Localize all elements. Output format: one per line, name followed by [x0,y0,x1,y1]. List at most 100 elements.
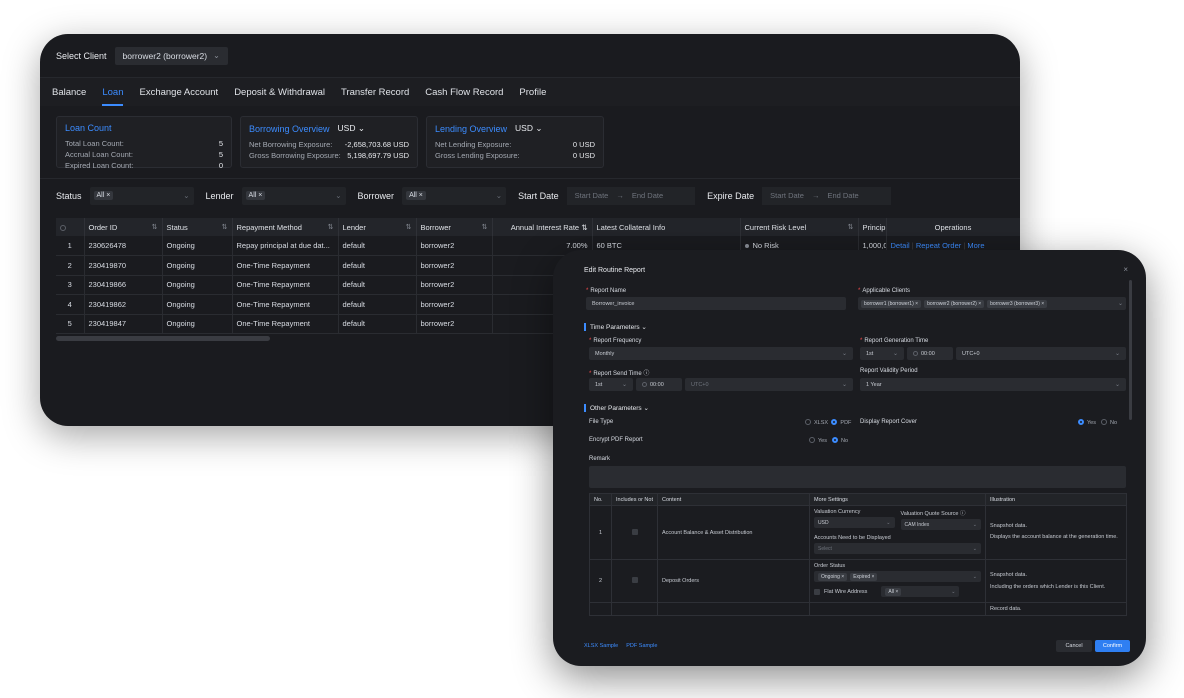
include-checkbox[interactable] [631,528,638,535]
end-date-input[interactable]: End Date [632,191,663,200]
lender-cell: default [338,294,417,315]
col-no: No. [589,493,612,506]
cancel-button[interactable]: Cancel [1056,640,1092,652]
generation-day-select[interactable]: 1st ⌄ [860,347,904,360]
cover-yes-option[interactable]: Yes [1078,419,1096,426]
sort-icon[interactable]: ⇅ [152,223,158,231]
order-status-select[interactable]: Ongoing × Expired × ⌄ [814,571,981,582]
generation-time-input[interactable]: 00:00 [907,347,953,360]
start-date-input[interactable]: Start Date [575,191,609,200]
tab-deposit-withdrawal[interactable]: Deposit & Withdrawal [234,79,325,106]
other-parameters-section[interactable]: Other Parameters ⌄ [584,404,649,413]
cover-no-label: No [1110,419,1118,426]
remark-textarea[interactable] [589,466,1126,488]
col-borrower[interactable]: Borrower ⇅ [416,218,493,236]
time-parameters-section[interactable]: Time Parameters ⌄ [584,323,647,332]
status-filter[interactable]: All × ⌄ [89,186,194,205]
report-cover-options: Yes No [1078,419,1117,426]
col-repayment-method[interactable]: Repayment Method ⇅ [232,218,339,236]
status-filter-value: All [96,192,105,199]
lender-filter[interactable]: All × ⌄ [241,186,346,205]
confirm-button[interactable]: Confirm [1095,640,1130,652]
info-icon[interactable]: ⓘ [643,371,649,377]
client-select[interactable]: borrower2 (borrower2) ⌄ [114,46,228,65]
expire-end-input[interactable]: End Date [827,191,858,200]
detail-link[interactable]: Detail [891,241,910,250]
file-type-pdf-option[interactable]: PDF [831,419,851,426]
applicable-clients-select[interactable]: borrower1 (borrower1) × borrower2 (borro… [858,297,1126,310]
col-order-id[interactable]: Order ID ⇅ [84,218,163,236]
sort-icon[interactable]: ⇅ [222,223,228,231]
borrowing-currency-select[interactable]: USD ⌄ [338,123,365,134]
encrypt-no-label: No [841,437,849,444]
tab-loan[interactable]: Loan [102,79,124,106]
horizontal-scrollbar[interactable] [56,336,270,341]
sort-icon[interactable]: ⇅ [328,223,334,231]
flat-wire-label: Flat Wire Address [824,588,868,595]
tab-profile[interactable]: Profile [519,79,546,106]
content-cell: Deposit Orders [657,559,810,603]
sort-icon[interactable]: ⇅ [482,223,488,231]
flat-wire-select[interactable]: All × ⌄ [881,586,960,597]
row-number [589,602,612,616]
send-day-select[interactable]: 1st ⌄ [589,378,633,391]
report-frequency-select[interactable]: Monthly ⌄ [589,347,853,360]
validity-period-select[interactable]: 1 Year ⌄ [860,378,1126,391]
more-link[interactable]: More [967,241,984,250]
tab-bar: Balance Loan Exchange Account Deposit & … [40,78,1020,106]
encrypt-yes-option[interactable]: Yes [809,437,827,444]
vertical-scrollbar[interactable] [1129,280,1132,420]
include-checkbox-cell [611,559,658,603]
tab-transfer-record[interactable]: Transfer Record [341,79,409,106]
lender-cell: default [338,236,417,256]
sort-icon[interactable]: ⇅ [581,223,587,232]
generation-timezone-select[interactable]: UTC+0 ⌄ [956,347,1126,360]
client-tag-label: borrower3 (borrower3) [990,300,1040,307]
tab-cash-flow-record[interactable]: Cash Flow Record [425,79,503,106]
status-cell: Ongoing [162,255,233,276]
report-name-value: Borrower_invoice [592,300,635,307]
send-timezone-select[interactable]: UTC+0 ⌄ [685,378,853,391]
sort-icon[interactable]: ⇅ [406,223,412,231]
include-checkbox[interactable] [631,577,638,583]
repeat-order-link[interactable]: Repeat Order [916,241,961,250]
col-lender[interactable]: Lender ⇅ [338,218,417,236]
expire-date-range[interactable]: Start Date → End Date [762,186,891,205]
valuation-currency-select[interactable]: USD ⌄ [814,517,895,528]
status-tag-label: Expired [853,573,871,580]
select-all-header[interactable] [56,218,85,236]
encrypt-no-option[interactable]: No [832,437,849,444]
flat-wire-checkbox[interactable] [814,588,820,595]
lending-currency-select[interactable]: USD ⌄ [515,123,542,134]
col-borrower-label: Borrower [420,222,451,232]
applicable-clients-label-text: Applicable Clients [862,288,911,294]
file-type-xlsx-option[interactable]: XLSX [805,419,828,426]
cover-no-option[interactable]: No [1101,419,1118,426]
chevron-down-icon: ⌄ [641,324,647,331]
expire-start-input[interactable]: Start Date [770,191,804,200]
encrypt-pdf-options: Yes No [809,437,848,444]
close-icon[interactable]: × [1123,265,1128,274]
info-icon[interactable]: ⓘ [960,511,966,517]
flat-wire-value: All [888,588,894,595]
borrower-cell: borrower2 [416,275,493,295]
borrower-filter[interactable]: All × ⌄ [402,186,507,205]
col-operations-label: Operations [934,222,972,232]
validity-period-value: 1 Year [866,381,882,388]
col-status[interactable]: Status ⇅ [162,218,233,236]
xlsx-sample-link[interactable]: XLSX Sample [584,643,618,649]
tab-balance[interactable]: Balance [52,79,86,106]
select-all-radio[interactable] [60,224,66,231]
send-time-input[interactable]: 00:00 [636,378,682,391]
report-name-input[interactable]: Borrower_invoice [586,297,846,310]
sort-icon[interactable]: ⇅ [848,223,854,231]
status-cell: Ongoing [162,294,233,315]
tab-exchange-account[interactable]: Exchange Account [139,79,218,106]
quote-source-select[interactable]: CAM Index ⌄ [900,519,981,530]
pdf-sample-link[interactable]: PDF Sample [626,643,657,649]
start-date-range[interactable]: Start Date → End Date [566,186,696,205]
start-date-label: Start Date [518,190,559,201]
col-risk-level[interactable]: Current Risk Level ⇅ [740,218,859,236]
accounts-select[interactable]: Select ⌄ [814,543,981,554]
col-interest-rate[interactable]: Annual Interest Rate ⇅ [492,218,593,236]
